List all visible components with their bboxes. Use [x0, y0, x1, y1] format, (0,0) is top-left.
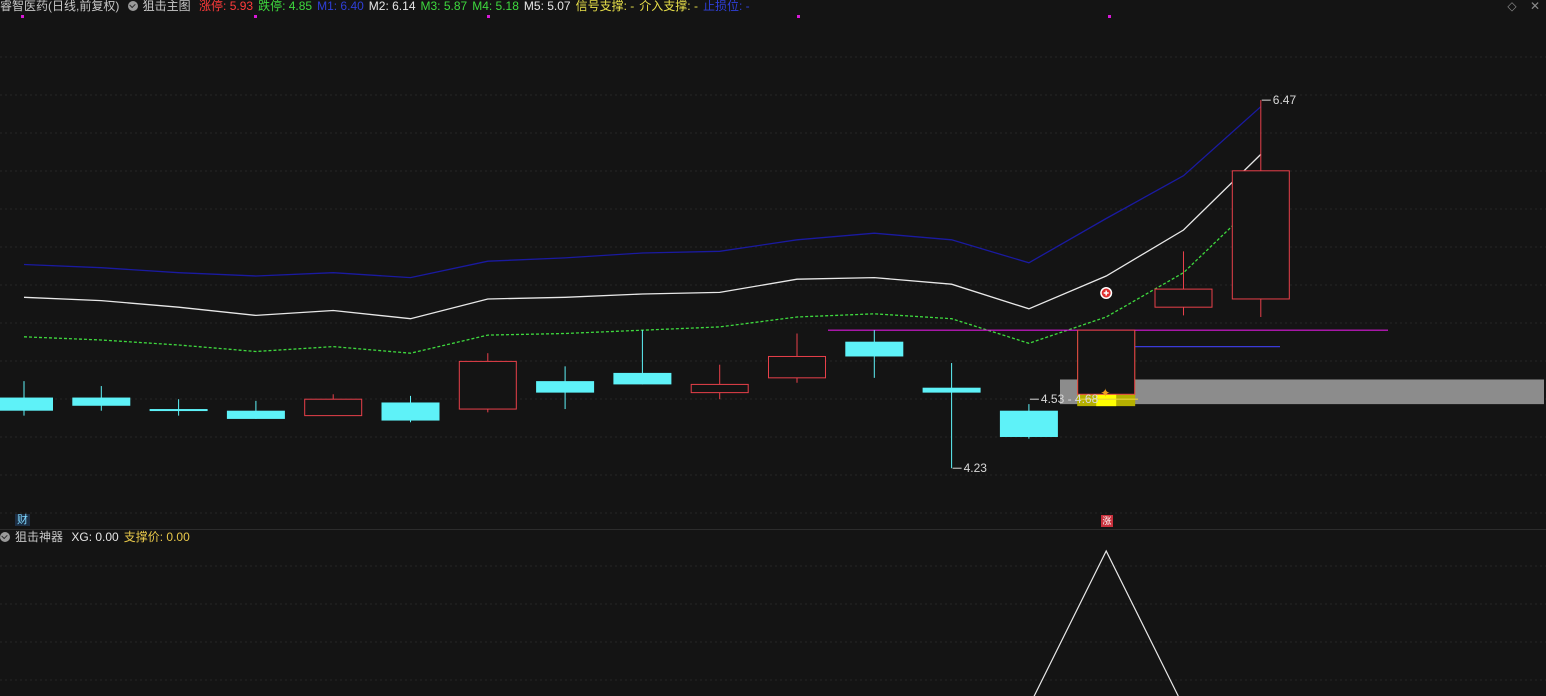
candle-body	[690, 383, 749, 394]
price-annotation: 4.23	[964, 461, 988, 475]
sub-header-values: XG: 0.00 支撑价: 0.00	[71, 530, 194, 544]
sub-panel-header: 狙击神器 XG: 0.00 支撑价: 0.00	[0, 531, 200, 545]
candle-body	[458, 360, 517, 410]
limit-up-badge[interactable]: 涨	[1101, 515, 1113, 527]
candle-body	[149, 409, 208, 412]
top-marker	[1108, 15, 1111, 18]
sub-indicator-name[interactable]: 狙击神器	[15, 530, 63, 544]
finance-badge[interactable]: 财	[15, 514, 30, 526]
price-annotation: 4.53 - 4.68	[1041, 392, 1099, 406]
candle-body	[0, 397, 53, 411]
butterfly-icon: ✦	[1100, 386, 1110, 400]
sub-indicator-toggle-icon[interactable]	[0, 532, 10, 542]
xg-signal-line	[1033, 549, 1179, 696]
candle-body	[999, 410, 1058, 437]
candlestick-chart[interactable]: 6.47 4.23 4.53 - 4.68 ✦	[0, 0, 1546, 696]
panel-divider	[0, 529, 1546, 530]
candle-body	[1077, 329, 1136, 395]
candle-body	[845, 341, 904, 357]
candle-body	[768, 355, 826, 379]
candle-body	[613, 372, 672, 385]
candle-body	[304, 398, 363, 417]
candle-body	[1231, 170, 1290, 300]
candle-body	[536, 381, 595, 393]
sub-header-item: 支撑价: 0.00	[123, 530, 190, 544]
candle-body	[226, 410, 285, 419]
top-marker	[21, 15, 24, 18]
m1-line	[23, 106, 1262, 279]
candle-body	[381, 402, 440, 421]
top-marker	[487, 15, 490, 18]
price-annotation: 6.47	[1273, 93, 1297, 107]
top-marker	[254, 15, 257, 18]
candle-body	[1154, 288, 1213, 308]
top-marker	[797, 15, 800, 18]
sub-header-item: XG: 0.00	[71, 530, 119, 544]
candle-body	[72, 397, 131, 406]
candle-body	[922, 387, 981, 393]
